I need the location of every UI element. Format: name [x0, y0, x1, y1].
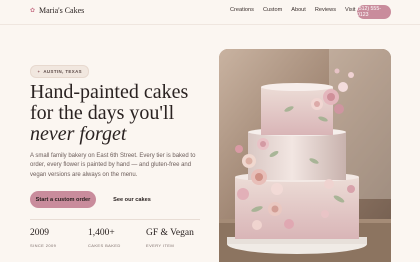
nav-link-reviews[interactable]: Reviews	[315, 7, 336, 14]
stat-cakes-baked: 1,400+ CAKES BAKED	[88, 228, 121, 248]
stat-value: GF & Vegan	[146, 228, 194, 238]
phone-button[interactable]: (512) 555-0123	[357, 5, 391, 19]
stat-label: CAKES BAKED	[88, 242, 121, 248]
nav-link-creations[interactable]: Creations	[230, 7, 254, 14]
stat-dietary: GF & Vegan EVERY ITEM	[146, 228, 194, 248]
flower-icon: ✿	[30, 8, 36, 14]
nav-link-custom[interactable]: Custom	[263, 7, 282, 14]
top-nav: ✿ Maria's Cakes Creations Custom About R…	[0, 0, 420, 25]
headline-line-1: Hand-painted cakes	[30, 81, 189, 103]
hero-headline: Hand-painted cakes for the days you'll n…	[30, 82, 210, 145]
stat-label: EVERY ITEM	[146, 242, 175, 248]
hero-description: A small family bakery on East 6th Street…	[30, 153, 196, 178]
nav-link-about[interactable]: About	[291, 7, 306, 14]
headline-line-3: never forget	[30, 123, 127, 145]
stat-label: SINCE 2009	[30, 242, 57, 248]
nav-links: Creations Custom About Reviews Visit	[230, 7, 355, 14]
location-badge: ✦ AUSTIN, TEXAS	[30, 65, 89, 78]
start-custom-order-button[interactable]: Start a custom order	[30, 191, 96, 208]
stats-divider	[30, 219, 200, 220]
brand-name: Maria's Cakes	[39, 6, 85, 15]
brand-logo[interactable]: ✿ Maria's Cakes	[30, 7, 84, 15]
stat-value: 1,400+	[88, 228, 115, 238]
headline-line-2: for the days you'll	[30, 102, 175, 124]
stat-value: 2009	[30, 228, 49, 238]
stat-since: 2009 SINCE 2009	[30, 228, 57, 248]
nav-link-visit[interactable]: Visit	[345, 7, 355, 14]
hero-cake-image	[219, 49, 391, 262]
see-our-cakes-button[interactable]: See our cakes	[100, 191, 164, 208]
star-icon: ✦	[37, 69, 41, 74]
location-badge-label: AUSTIN, TEXAS	[43, 69, 82, 74]
